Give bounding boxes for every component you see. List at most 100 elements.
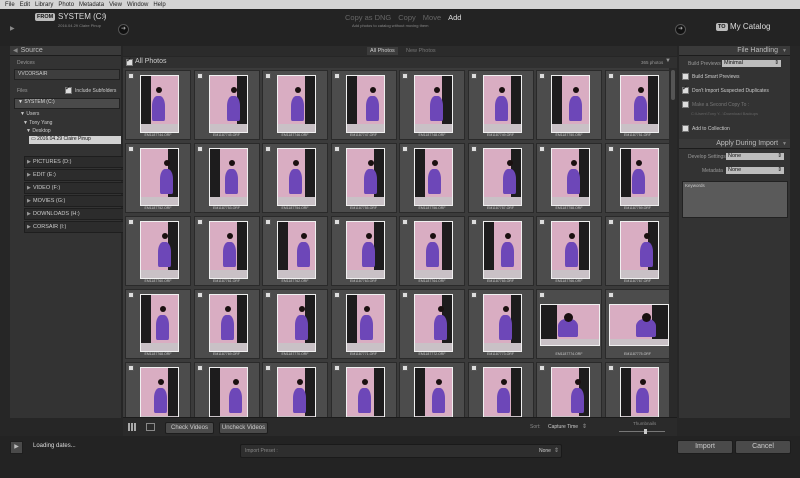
photo-cell[interactable]: EM1187753.ORF — [193, 143, 260, 213]
photo-checkbox[interactable] — [607, 219, 614, 225]
photo-checkbox[interactable] — [196, 365, 203, 371]
photo-cell[interactable]: EM1187755.ORF — [330, 143, 397, 213]
photo-checkbox[interactable] — [470, 292, 477, 298]
drive-expand-icon[interactable]: ▼ — [18, 99, 23, 105]
photo-checkbox[interactable] — [196, 219, 203, 225]
photo-checkbox[interactable] — [470, 73, 477, 79]
photo-cell[interactable]: EM1187754.ORF — [262, 143, 328, 213]
photo-cell[interactable]: EM1187777.ORF — [193, 362, 260, 417]
photo-cell[interactable]: EM1187778.ORF — [262, 362, 328, 417]
photo-checkbox[interactable] — [196, 292, 203, 298]
menu-library[interactable]: Library — [35, 2, 53, 8]
photo-cell[interactable]: EM1187762.ORF — [262, 216, 328, 286]
grid-view-icon[interactable] — [128, 423, 137, 431]
metadata-select[interactable]: None ⇕ — [726, 167, 784, 174]
photo-checkbox[interactable] — [539, 73, 545, 79]
cancel-button[interactable]: Cancel — [735, 440, 791, 454]
drive-downloads[interactable]: ▶ DOWNLOADS (H:) — [24, 208, 129, 220]
drive-corsair[interactable]: ▶ CORSAIR (I:) — [24, 221, 129, 233]
loupe-view-icon[interactable] — [146, 423, 155, 431]
sort-value[interactable]: Capture Time — [548, 424, 578, 430]
panel-collapse-icon[interactable]: ▼ — [782, 48, 787, 54]
thumbnail-size-handle[interactable] — [644, 429, 647, 434]
menu-metadata[interactable]: Metadata — [79, 2, 104, 8]
add-collection-option[interactable]: Add to Collection — [682, 125, 730, 132]
photo-checkbox[interactable] — [402, 146, 408, 152]
photo-cell[interactable]: EM1187768.ORF — [125, 289, 191, 359]
from-source-dropdown-icon[interactable]: ⇕ — [101, 12, 107, 20]
uncheck-all-button[interactable]: Uncheck Videos — [219, 422, 268, 434]
include-subfolders[interactable]: Include Subfolders — [65, 84, 116, 94]
photo-cell[interactable]: EM1187750.ORF — [536, 70, 602, 140]
check-all-button[interactable]: Check Videos — [165, 422, 214, 434]
photo-checkbox[interactable] — [265, 219, 271, 225]
import-button[interactable]: Import — [677, 440, 733, 454]
photo-checkbox[interactable] — [470, 365, 477, 371]
photo-checkbox[interactable] — [128, 365, 134, 371]
photo-checkbox[interactable] — [402, 292, 408, 298]
photo-cell[interactable]: EM1187744.ORF — [125, 70, 191, 140]
photo-checkbox[interactable] — [539, 365, 545, 371]
no-duplicates-option[interactable]: Don't Import Suspected Duplicates — [682, 84, 769, 94]
photo-cell[interactable]: EM1187765.ORF — [467, 216, 534, 286]
photo-cell[interactable]: EM1187749.ORF — [467, 70, 534, 140]
mode-copy[interactable]: Copy — [398, 13, 416, 22]
photo-checkbox[interactable] — [470, 219, 477, 225]
apply-during-import-header[interactable]: Apply During Import ▼ — [679, 139, 790, 149]
folder-selected[interactable]: ▭ 2016.04.29 Claire Pinup — [29, 136, 121, 144]
photo-checkbox[interactable] — [333, 292, 340, 298]
photo-cell[interactable]: EM1187748.ORF — [399, 70, 465, 140]
panel-collapse-icon[interactable]: ▼ — [782, 141, 787, 147]
menu-window[interactable]: Window — [127, 2, 148, 8]
include-subfolders-checkbox[interactable] — [65, 84, 72, 94]
photo-checkbox[interactable] — [402, 219, 408, 225]
select-all-checkbox[interactable] — [126, 56, 133, 66]
device-item[interactable]: VVCORSAIR — [14, 69, 120, 80]
menu-view[interactable]: View — [109, 2, 122, 8]
photo-cell[interactable]: EM1187759.ORF — [604, 143, 669, 213]
photo-checkbox[interactable] — [333, 365, 340, 371]
photo-checkbox[interactable] — [470, 146, 477, 152]
photo-checkbox[interactable] — [128, 146, 134, 152]
photo-checkbox[interactable] — [539, 146, 545, 152]
photo-checkbox[interactable] — [607, 146, 614, 152]
photo-cell[interactable]: EM1187780.ORF — [399, 362, 465, 417]
menu-help[interactable]: Help — [153, 2, 165, 8]
photo-cell[interactable]: EM1187776.ORF — [125, 362, 191, 417]
file-handling-header[interactable]: File Handling ▼ — [679, 46, 790, 56]
expand-icon[interactable]: ▶ — [10, 441, 23, 454]
photo-checkbox[interactable] — [402, 365, 408, 371]
build-previews-select[interactable]: Minimal ⇕ — [722, 60, 781, 67]
photo-cell[interactable]: EM1187773.ORF — [467, 289, 534, 359]
photo-cell[interactable]: EM1187763.ORF — [330, 216, 397, 286]
keywords-field[interactable]: Keywords — [682, 181, 788, 218]
tab-all-photos[interactable]: All Photos — [367, 47, 398, 55]
menu-photo[interactable]: Photo — [58, 2, 74, 8]
photo-cell[interactable]: EM1187771.ORF — [330, 289, 397, 359]
mode-copy-as-dng[interactable]: Copy as DNG — [345, 13, 391, 22]
mode-add[interactable]: Add — [448, 13, 461, 22]
photo-cell[interactable]: EM1187746.ORF — [262, 70, 328, 140]
folder-desktop[interactable]: ▼ Desktop — [26, 128, 51, 134]
photo-checkbox[interactable] — [265, 146, 271, 152]
develop-settings-select[interactable]: None ⇕ — [726, 153, 784, 160]
photo-checkbox[interactable] — [607, 365, 614, 371]
drive-movies[interactable]: ▶ MOVIES (G:) — [24, 195, 129, 207]
photo-checkbox[interactable] — [265, 292, 271, 298]
from-source[interactable]: SYSTEM (C:) — [58, 12, 106, 21]
photo-checkbox[interactable] — [539, 292, 545, 298]
photo-checkbox[interactable] — [265, 365, 271, 371]
photo-cell[interactable]: EM1187772.ORF — [399, 289, 465, 359]
photo-cell[interactable]: EM1187752.ORF — [125, 143, 191, 213]
source-header[interactable]: ◀ Source — [10, 46, 121, 56]
photo-checkbox[interactable] — [128, 292, 134, 298]
smart-previews-checkbox[interactable] — [682, 73, 689, 80]
photo-cell[interactable]: EM1187760.ORF — [125, 216, 191, 286]
photo-checkbox[interactable] — [196, 73, 203, 79]
grid-scrollbar[interactable] — [669, 68, 677, 417]
photo-cell[interactable]: EM1187775.ORF — [604, 289, 669, 359]
drive-system[interactable]: ▼ SYSTEM (C:) — [14, 98, 120, 109]
photo-cell[interactable]: EM1187761.ORF — [193, 216, 260, 286]
import-preset[interactable]: Import Preset : None ⇕ — [240, 444, 562, 458]
photo-cell[interactable]: EM1187764.ORF — [399, 216, 465, 286]
